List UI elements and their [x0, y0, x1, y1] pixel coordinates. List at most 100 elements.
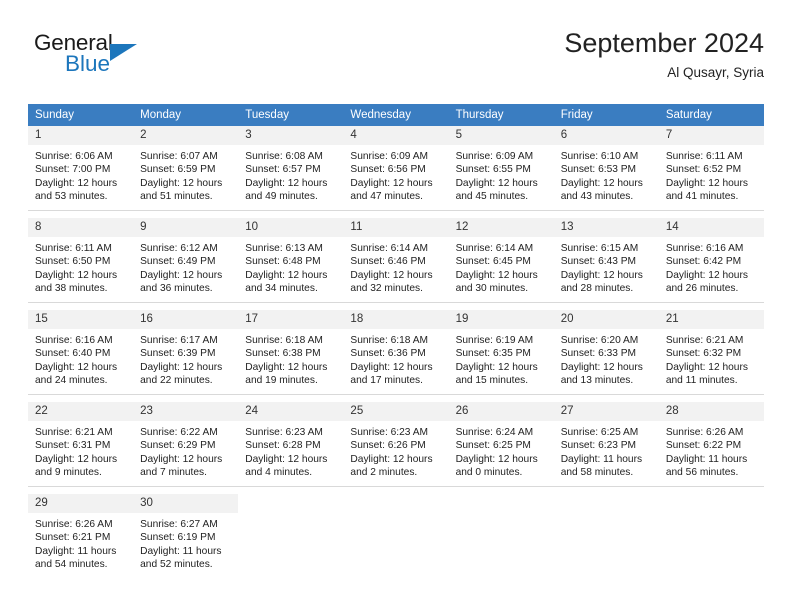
- daylight-duration-line2: and 38 minutes.: [35, 282, 108, 294]
- day-details: [659, 513, 764, 518]
- calendar-day-cell[interactable]: 25 Sunrise: 6:23 AM Sunset: 6:26 PM Dayligh…: [343, 402, 449, 487]
- sunset-time: Sunset: 6:31 PM: [35, 440, 111, 452]
- sunrise-time: Sunrise: 6:07 AM: [140, 151, 218, 162]
- sunset-time: Sunset: 6:38 PM: [245, 348, 321, 360]
- calendar-day-cell[interactable]: 14 Sunrise: 6:16 AM Sunset: 6:42 PM Dayligh…: [658, 218, 764, 303]
- daylight-duration-line1: Daylight: 12 hours: [350, 453, 433, 465]
- sunset-time: Sunset: 6:35 PM: [455, 348, 531, 360]
- calendar-day-cell[interactable]: 22 Sunrise: 6:21 AM Sunset: 6:31 PM Dayligh…: [28, 402, 134, 487]
- day-details: Sunrise: 6:23 AM Sunset: 6:28 PM Daylight:…: [238, 421, 343, 479]
- daylight-duration-line2: and 28 minutes.: [560, 282, 634, 294]
- daylight-duration-line1: Daylight: 12 hours: [455, 269, 538, 281]
- calendar-day-cell[interactable]: 11 Sunrise: 6:14 AM Sunset: 6:46 PM Dayligh…: [343, 218, 449, 303]
- calendar-day-cell[interactable]: 10 Sunrise: 6:13 AM Sunset: 6:48 PM Dayligh…: [238, 218, 344, 303]
- day-details: Sunrise: 6:16 AM Sunset: 6:40 PM Daylight:…: [28, 329, 133, 387]
- week-divider-cell: [448, 302, 554, 310]
- sunset-time: Sunset: 6:26 PM: [350, 440, 426, 452]
- calendar-day-cell[interactable]: 3 Sunrise: 6:08 AM Sunset: 6:57 PM Daylight…: [238, 126, 344, 211]
- day-details: Sunrise: 6:27 AM Sunset: 6:19 PM Daylight:…: [133, 513, 238, 571]
- calendar-day-cell[interactable]: 4 Sunrise: 6:09 AM Sunset: 6:56 PM Daylight…: [343, 126, 449, 211]
- daylight-duration-line1: Daylight: 12 hours: [35, 269, 118, 281]
- calendar-day-cell[interactable]: 13 Sunrise: 6:15 AM Sunset: 6:43 PM Dayligh…: [553, 218, 659, 303]
- calendar-day-cell[interactable]: 26 Sunrise: 6:24 AM Sunset: 6:25 PM Dayligh…: [448, 402, 554, 487]
- calendar-day-cell[interactable]: 2 Sunrise: 6:07 AM Sunset: 6:59 PM Daylight…: [133, 126, 239, 211]
- sunset-time: Sunset: 6:29 PM: [140, 440, 216, 452]
- daylight-duration-line1: Daylight: 12 hours: [35, 453, 118, 465]
- day-number: 9: [133, 218, 239, 237]
- sunset-time: Sunset: 6:28 PM: [245, 440, 321, 452]
- sunrise-time: Sunrise: 6:15 AM: [560, 243, 639, 254]
- calendar-day-cell[interactable]: 20 Sunrise: 6:20 AM Sunset: 6:33 PM Dayligh…: [553, 310, 659, 395]
- day-number: 3: [238, 126, 344, 145]
- day-number: [238, 494, 344, 513]
- calendar-day-cell[interactable]: 1 Sunrise: 6:06 AM Sunset: 7:00 PM Daylight…: [28, 126, 134, 211]
- day-details: Sunrise: 6:06 AM Sunset: 7:00 PM Daylight:…: [28, 145, 133, 203]
- day-number: 17: [238, 310, 344, 329]
- daylight-duration-line1: Daylight: 12 hours: [140, 361, 223, 373]
- week-divider-cell: [658, 302, 764, 310]
- week-divider-cell: [238, 302, 344, 310]
- day-details: [449, 513, 554, 518]
- day-details: Sunrise: 6:14 AM Sunset: 6:46 PM Daylight:…: [343, 237, 448, 295]
- sunrise-time: Sunrise: 6:19 AM: [455, 335, 534, 346]
- week-divider: [28, 210, 764, 218]
- calendar-day-cell[interactable]: 23 Sunrise: 6:22 AM Sunset: 6:29 PM Dayligh…: [133, 402, 239, 487]
- calendar-day-cell[interactable]: 29 Sunrise: 6:26 AM Sunset: 6:21 PM Dayligh…: [28, 494, 134, 578]
- day-details: Sunrise: 6:18 AM Sunset: 6:36 PM Daylight:…: [343, 329, 448, 387]
- calendar-body: 1 Sunrise: 6:06 AM Sunset: 7:00 PM Daylight…: [28, 126, 764, 578]
- sunrise-time: Sunrise: 6:26 AM: [665, 427, 744, 438]
- sunrise-time: Sunrise: 6:06 AM: [35, 151, 113, 162]
- calendar-day-cell[interactable]: 30 Sunrise: 6:27 AM Sunset: 6:19 PM Dayligh…: [133, 494, 239, 578]
- calendar-day-cell[interactable]: 15 Sunrise: 6:16 AM Sunset: 6:40 PM Dayligh…: [28, 310, 134, 395]
- calendar-day-cell[interactable]: 21 Sunrise: 6:21 AM Sunset: 6:32 PM Dayligh…: [658, 310, 764, 395]
- sunset-time: Sunset: 6:23 PM: [560, 440, 637, 452]
- calendar-day-cell[interactable]: 6 Sunrise: 6:10 AM Sunset: 6:53 PM Daylight…: [553, 126, 659, 211]
- day-number: 30: [133, 494, 239, 513]
- sunrise-time: Sunrise: 6:26 AM: [35, 519, 113, 530]
- calendar-day-cell[interactable]: 18 Sunrise: 6:18 AM Sunset: 6:36 PM Dayligh…: [343, 310, 449, 395]
- daylight-duration-line1: Daylight: 12 hours: [455, 361, 538, 373]
- calendar-day-cell[interactable]: 12 Sunrise: 6:14 AM Sunset: 6:45 PM Dayligh…: [448, 218, 554, 303]
- calendar-day-cell-empty: [238, 494, 344, 578]
- daylight-duration-line2: and 52 minutes.: [140, 558, 213, 570]
- calendar-day-cell[interactable]: 5 Sunrise: 6:09 AM Sunset: 6:55 PM Daylight…: [448, 126, 554, 211]
- daylight-duration-line2: and 22 minutes.: [140, 374, 213, 386]
- day-details: Sunrise: 6:18 AM Sunset: 6:38 PM Daylight:…: [238, 329, 343, 387]
- sunset-time: Sunset: 6:57 PM: [245, 164, 321, 176]
- day-details: Sunrise: 6:12 AM Sunset: 6:49 PM Daylight:…: [133, 237, 238, 295]
- day-details: Sunrise: 6:23 AM Sunset: 6:26 PM Daylight:…: [343, 421, 448, 479]
- day-number: 6: [553, 126, 659, 145]
- week-divider-cell: [658, 486, 764, 494]
- daylight-duration-line1: Daylight: 12 hours: [245, 269, 328, 281]
- calendar-week-row: 8 Sunrise: 6:11 AM Sunset: 6:50 PM Daylight…: [28, 218, 764, 303]
- daylight-duration-line2: and 41 minutes.: [665, 190, 739, 202]
- sunrise-time: Sunrise: 6:21 AM: [665, 335, 744, 346]
- sunrise-time: Sunrise: 6:11 AM: [665, 151, 743, 162]
- calendar-day-cell[interactable]: 9 Sunrise: 6:12 AM Sunset: 6:49 PM Daylight…: [133, 218, 239, 303]
- sunset-time: Sunset: 6:32 PM: [665, 348, 742, 360]
- week-divider-cell: [448, 394, 554, 402]
- calendar-day-cell[interactable]: 8 Sunrise: 6:11 AM Sunset: 6:50 PM Daylight…: [28, 218, 134, 303]
- day-number: 27: [553, 402, 659, 421]
- daylight-duration-line2: and 2 minutes.: [350, 466, 418, 478]
- calendar-table: Sunday Monday Tuesday Wednesday Thursday…: [28, 104, 764, 578]
- calendar-day-cell[interactable]: 28 Sunrise: 6:26 AM Sunset: 6:22 PM Dayligh…: [658, 402, 764, 487]
- calendar-day-cell[interactable]: 27 Sunrise: 6:25 AM Sunset: 6:23 PM Dayligh…: [553, 402, 659, 487]
- day-details: Sunrise: 6:11 AM Sunset: 6:52 PM Daylight:…: [659, 145, 764, 203]
- calendar-day-cell[interactable]: 17 Sunrise: 6:18 AM Sunset: 6:38 PM Dayligh…: [238, 310, 344, 395]
- calendar-day-cell[interactable]: 7 Sunrise: 6:11 AM Sunset: 6:52 PM Daylight…: [658, 126, 764, 211]
- daylight-duration-line1: Daylight: 12 hours: [665, 361, 748, 373]
- daylight-duration-line1: Daylight: 12 hours: [665, 269, 748, 281]
- calendar-day-cell[interactable]: 19 Sunrise: 6:19 AM Sunset: 6:35 PM Dayligh…: [448, 310, 554, 395]
- calendar-day-cell[interactable]: 16 Sunrise: 6:17 AM Sunset: 6:39 PM Dayligh…: [133, 310, 239, 395]
- daylight-duration-line1: Daylight: 12 hours: [245, 361, 328, 373]
- daylight-duration-line1: Daylight: 12 hours: [140, 453, 223, 465]
- day-number: 11: [343, 218, 449, 237]
- day-details: Sunrise: 6:22 AM Sunset: 6:29 PM Daylight:…: [133, 421, 238, 479]
- daylight-duration-line2: and 45 minutes.: [455, 190, 529, 202]
- sunrise-time: Sunrise: 6:08 AM: [245, 151, 323, 162]
- daylight-duration-line1: Daylight: 12 hours: [140, 269, 223, 281]
- day-number: [343, 494, 449, 513]
- daylight-duration-line1: Daylight: 12 hours: [455, 177, 538, 189]
- calendar-day-cell[interactable]: 24 Sunrise: 6:23 AM Sunset: 6:28 PM Dayligh…: [238, 402, 344, 487]
